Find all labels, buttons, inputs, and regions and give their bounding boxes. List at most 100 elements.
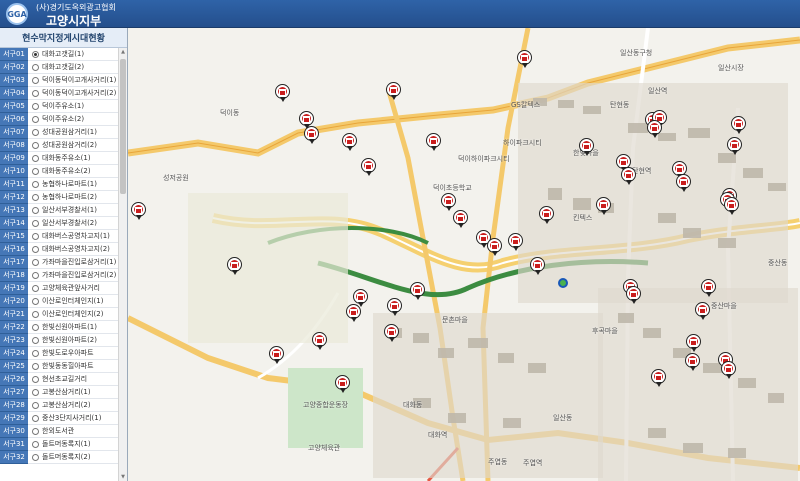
location-radio-button[interactable]: [32, 206, 39, 214]
location-label[interactable]: 성대공원삼거리(1): [42, 127, 97, 137]
location-label[interactable]: 덕이주유소(2): [42, 114, 84, 124]
location-row[interactable]: 서구05 덕이주유소(1): [0, 99, 118, 113]
location-radio-button[interactable]: [32, 427, 39, 435]
location-row[interactable]: 서구21 이산로인터체인지(2): [0, 307, 118, 321]
banner-location-marker[interactable]: [488, 239, 501, 256]
location-row[interactable]: 서구10 대화동주유소(2): [0, 164, 118, 178]
banner-location-marker[interactable]: [343, 134, 356, 151]
location-radio-button[interactable]: [32, 310, 39, 318]
location-label[interactable]: 덕이동덕이고개사거리(1): [42, 75, 116, 85]
location-row[interactable]: 서구25 한빛동동힐아파트: [0, 359, 118, 373]
banner-location-marker[interactable]: [454, 211, 467, 228]
banner-location-marker[interactable]: [313, 333, 326, 350]
banner-location-marker[interactable]: [305, 127, 318, 144]
location-label[interactable]: 농협하나로마트(1): [42, 179, 97, 189]
banner-location-marker[interactable]: [580, 139, 593, 156]
banner-location-marker[interactable]: [411, 283, 424, 300]
banner-location-marker[interactable]: [385, 325, 398, 342]
banner-location-marker[interactable]: [228, 258, 241, 275]
location-row[interactable]: 서구12 농협하나로마트(2): [0, 190, 118, 204]
location-label[interactable]: 한외도서관: [42, 426, 74, 436]
location-label[interactable]: 이산로인터체인지(2): [42, 309, 103, 319]
scroll-down-icon[interactable]: ▼: [119, 473, 127, 481]
location-row[interactable]: 서구23 한빛신원아파트(2): [0, 333, 118, 347]
location-row[interactable]: 서구15 대화버스공영차고지(1): [0, 229, 118, 243]
location-label[interactable]: 한빛동동힐아파트: [42, 361, 94, 371]
location-label[interactable]: 현선초교길거리: [42, 374, 87, 384]
location-radio-button[interactable]: [32, 193, 39, 201]
current-location-marker[interactable]: [558, 278, 568, 288]
location-row[interactable]: 서구26 현선초교길거리: [0, 372, 118, 386]
location-row[interactable]: 서구30 한외도서관: [0, 424, 118, 438]
location-radio-button[interactable]: [32, 284, 39, 292]
location-label[interactable]: 성대공원삼거리(2): [42, 140, 97, 150]
location-radio-button[interactable]: [32, 102, 39, 110]
location-label[interactable]: 농협하나로마트(2): [42, 192, 97, 202]
location-row[interactable]: 서구27 고봉산삼거리(1): [0, 385, 118, 399]
location-radio-button[interactable]: [32, 401, 39, 409]
location-row[interactable]: 서구17 가좌마을진입로삼거리(1): [0, 255, 118, 269]
location-row[interactable]: 서구04 덕이동덕이고개사거리(2): [0, 86, 118, 100]
location-radio-button[interactable]: [32, 414, 39, 422]
banner-location-marker[interactable]: [540, 207, 553, 224]
location-radio-button[interactable]: [32, 453, 39, 461]
banner-location-marker[interactable]: [388, 299, 401, 316]
banner-location-marker[interactable]: [728, 138, 741, 155]
location-row[interactable]: 서구24 한빛도로우아파트: [0, 346, 118, 360]
location-label[interactable]: 고양체육관앞사거리: [42, 283, 100, 293]
location-row[interactable]: 서구01 대화고갯길(1): [0, 47, 118, 61]
banner-location-marker[interactable]: [387, 83, 400, 100]
banner-location-marker[interactable]: [427, 134, 440, 151]
location-row[interactable]: 서구08 성대공원삼거리(2): [0, 138, 118, 152]
scroll-up-icon[interactable]: ▲: [119, 48, 127, 56]
banner-location-marker[interactable]: [732, 117, 745, 134]
location-radio-button[interactable]: [32, 258, 39, 266]
location-radio-button[interactable]: [32, 232, 39, 240]
location-row[interactable]: 서구03 덕이동덕이고개사거리(1): [0, 73, 118, 87]
banner-location-marker[interactable]: [696, 303, 709, 320]
location-label[interactable]: 돌트머동록지(1): [42, 439, 91, 449]
location-row[interactable]: 서구11 농협하나로마트(1): [0, 177, 118, 191]
location-radio-button[interactable]: [32, 349, 39, 357]
location-label[interactable]: 대화고갯길(1): [42, 49, 84, 59]
location-row[interactable]: 서구31 돌트머동록지(1): [0, 437, 118, 451]
location-row[interactable]: 서구20 이산로인터체인지(1): [0, 294, 118, 308]
map-base[interactable]: [128, 28, 800, 481]
location-label[interactable]: 돌트머동록지(2): [42, 452, 91, 462]
location-row[interactable]: 서구13 일산서부경찰서(1): [0, 203, 118, 217]
banner-location-marker[interactable]: [347, 305, 360, 322]
location-radio-button[interactable]: [32, 154, 39, 162]
banner-location-marker[interactable]: [702, 280, 715, 297]
location-radio-button[interactable]: [32, 141, 39, 149]
banner-location-marker[interactable]: [597, 198, 610, 215]
location-row[interactable]: 서구29 중산3단지사거리(1): [0, 411, 118, 425]
banner-location-marker[interactable]: [531, 258, 544, 275]
location-radio-button[interactable]: [32, 245, 39, 253]
location-row[interactable]: 서구07 성대공원삼거리(1): [0, 125, 118, 139]
location-label[interactable]: 중산3단지사거리(1): [42, 413, 101, 423]
location-radio-button[interactable]: [32, 115, 39, 123]
banner-location-marker[interactable]: [622, 168, 635, 185]
location-radio-button[interactable]: [32, 167, 39, 175]
location-label[interactable]: 가좌마을진입로삼거리(1): [42, 257, 116, 267]
location-row[interactable]: 서구16 대화버스공영차고지(2): [0, 242, 118, 256]
banner-location-marker[interactable]: [336, 376, 349, 393]
location-label[interactable]: 대화고갯길(2): [42, 62, 84, 72]
location-radio-button[interactable]: [32, 50, 39, 58]
location-radio-button[interactable]: [32, 219, 39, 227]
location-label[interactable]: 대화동주유소(1): [42, 153, 91, 163]
location-radio-button[interactable]: [32, 388, 39, 396]
location-label[interactable]: 일산서부경찰서(1): [42, 205, 97, 215]
location-row[interactable]: 서구09 대화동주유소(1): [0, 151, 118, 165]
location-radio-button[interactable]: [32, 128, 39, 136]
banner-location-marker[interactable]: [362, 159, 375, 176]
banner-location-marker[interactable]: [270, 347, 283, 364]
location-label[interactable]: 한빛신원아파트(1): [42, 322, 97, 332]
sidebar-scrollbar[interactable]: ▲ ▼: [118, 48, 127, 481]
location-row[interactable]: 서구32 돌트머동록지(2): [0, 450, 118, 464]
banner-location-marker[interactable]: [276, 85, 289, 102]
banner-location-marker[interactable]: [627, 287, 640, 304]
location-label[interactable]: 대화동주유소(2): [42, 166, 91, 176]
location-label[interactable]: 한빛도로우아파트: [42, 348, 94, 358]
banner-location-marker[interactable]: [509, 234, 522, 251]
